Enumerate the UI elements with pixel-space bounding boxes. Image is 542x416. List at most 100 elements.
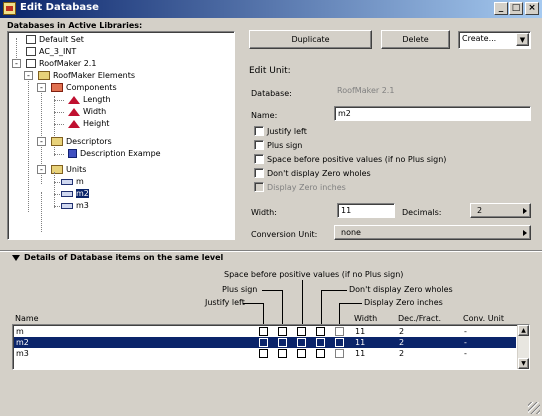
collapse-icon[interactable]: - — [12, 59, 21, 68]
tree-node-components[interactable]: Components — [51, 82, 117, 93]
table-row[interactable]: m3 11 2 - — [14, 348, 516, 359]
resize-grip-icon[interactable] — [528, 402, 540, 414]
scroll-down-icon[interactable]: ▼ — [518, 358, 529, 369]
window-title: Edit Database — [20, 2, 99, 13]
zero-inches-label: Display Zero inches — [267, 183, 346, 192]
collapse-icon[interactable]: - — [37, 165, 46, 174]
decimals-label: Decimals: — [402, 208, 442, 217]
conversion-popup[interactable]: none — [334, 225, 531, 240]
tree-node-default-set[interactable]: Default Set — [26, 34, 84, 45]
tree-node-description-example[interactable]: Description Exampe — [68, 148, 161, 159]
space-before-label: Space before positive values (if no Plus… — [267, 155, 447, 164]
close-button[interactable]: × — [525, 2, 539, 15]
space-before-checkbox[interactable] — [254, 154, 264, 164]
space-before-cell-checkbox[interactable] — [297, 338, 306, 347]
collapse-icon[interactable]: - — [24, 71, 33, 80]
chevron-right-icon — [523, 230, 527, 236]
tree-node-roofmaker[interactable]: RoofMaker 2.1 — [26, 58, 96, 69]
unit-icon — [61, 202, 73, 209]
plus-sign-cell-checkbox[interactable] — [278, 327, 287, 336]
justify-left-cell-checkbox[interactable] — [259, 349, 268, 358]
units-folder-icon — [51, 165, 63, 174]
zero-inches-cell-checkbox — [335, 327, 344, 336]
chevron-down-icon[interactable]: ▼ — [516, 33, 529, 46]
disclosure-triangle-icon[interactable] — [12, 255, 20, 261]
tree-heading: Databases in Active Libraries: — [7, 21, 143, 30]
vertical-scrollbar[interactable]: ▲ ▼ — [517, 325, 529, 369]
tree-node-width[interactable]: Width — [68, 106, 106, 117]
no-zero-wholes-cell-checkbox[interactable] — [316, 327, 325, 336]
collapse-icon[interactable]: - — [37, 83, 46, 92]
components-folder-icon — [51, 83, 63, 92]
scroll-up-icon[interactable]: ▲ — [518, 325, 529, 336]
duplicate-button[interactable]: Duplicate — [249, 30, 372, 49]
tree-node-roofmaker-elements[interactable]: RoofMaker Elements — [38, 70, 135, 81]
plus-sign-checkbox[interactable] — [254, 140, 264, 150]
minimize-button[interactable]: _ — [494, 2, 508, 15]
tree-node-m3[interactable]: m3 — [61, 200, 89, 211]
table-row[interactable]: m 11 2 - — [14, 326, 516, 337]
maximize-button[interactable]: □ — [509, 2, 523, 15]
tree-node-height[interactable]: Height — [68, 118, 109, 129]
tree-node-ac3[interactable]: AC_3_INT — [26, 46, 76, 57]
tree-node-length[interactable]: Length — [68, 94, 111, 105]
component-icon — [68, 107, 80, 116]
no-zero-wholes-cell-checkbox[interactable] — [316, 349, 325, 358]
tree-node-units[interactable]: Units — [51, 164, 86, 175]
width-input[interactable]: 11 — [337, 203, 395, 218]
conversion-label: Conversion Unit: — [251, 230, 318, 239]
chevron-right-icon — [523, 208, 527, 214]
tree-node-m2[interactable]: m2 — [61, 188, 89, 199]
details-heading: Details of Database items on the same le… — [24, 253, 224, 262]
unit-icon — [61, 190, 73, 197]
database-label: Database: — [251, 89, 292, 98]
column-dec-fract: Dec./Fract. — [398, 314, 442, 323]
component-icon — [68, 95, 80, 104]
name-label: Name: — [251, 111, 278, 120]
collapse-icon[interactable]: - — [37, 137, 46, 146]
database-icon — [26, 59, 36, 68]
tree-node-m[interactable]: m — [61, 176, 84, 187]
unit-icon — [61, 178, 73, 185]
plus-sign-cell-checkbox[interactable] — [278, 349, 287, 358]
document-icon — [26, 47, 36, 56]
table-row[interactable]: m2 11 2 - — [14, 337, 516, 348]
column-width: Width — [354, 314, 378, 323]
column-conv-unit: Conv. Unit — [463, 314, 505, 323]
width-label: Width: — [251, 208, 277, 217]
component-icon — [68, 119, 80, 128]
no-zero-wholes-label: Don't display Zero wholes — [267, 169, 371, 178]
database-tree[interactable]: Default Set AC_3_INT - RoofMaker 2.1 - R… — [7, 31, 235, 240]
zero-inches-cell-checkbox — [335, 349, 344, 358]
create-dropdown[interactable]: Create... ▼ — [458, 31, 531, 49]
document-icon — [26, 35, 36, 44]
space-before-cell-checkbox[interactable] — [297, 349, 306, 358]
no-zero-wholes-checkbox[interactable] — [254, 168, 264, 178]
edit-unit-heading: Edit Unit: — [249, 66, 291, 76]
justify-left-label: Justify left — [267, 127, 307, 136]
guide-justify-left: Justify left — [205, 298, 245, 307]
title-bar: Edit Database _ □ × — [0, 0, 542, 18]
no-zero-wholes-cell-checkbox[interactable] — [316, 338, 325, 347]
column-name: Name — [15, 314, 39, 323]
descriptors-folder-icon — [51, 137, 63, 146]
justify-left-cell-checkbox[interactable] — [259, 327, 268, 336]
zero-inches-cell-checkbox — [335, 338, 344, 347]
folder-icon — [38, 71, 50, 80]
justify-left-checkbox[interactable] — [254, 126, 264, 136]
delete-button[interactable]: Delete — [381, 30, 450, 49]
guide-plus-sign: Plus sign — [222, 285, 258, 294]
guide-space-before: Space before positive values (if no Plus… — [224, 270, 404, 279]
descriptor-icon — [68, 149, 77, 158]
space-before-cell-checkbox[interactable] — [297, 327, 306, 336]
guide-zero-inches: Display Zero inches — [364, 298, 443, 307]
name-input[interactable]: m2 — [334, 106, 531, 121]
tree-node-descriptors[interactable]: Descriptors — [51, 136, 112, 147]
app-icon — [3, 2, 16, 15]
database-value: RoofMaker 2.1 — [337, 86, 395, 95]
plus-sign-label: Plus sign — [267, 141, 303, 150]
plus-sign-cell-checkbox[interactable] — [278, 338, 287, 347]
decimals-popup[interactable]: 2 — [470, 203, 531, 218]
justify-left-cell-checkbox[interactable] — [259, 338, 268, 347]
zero-inches-checkbox — [254, 182, 264, 192]
